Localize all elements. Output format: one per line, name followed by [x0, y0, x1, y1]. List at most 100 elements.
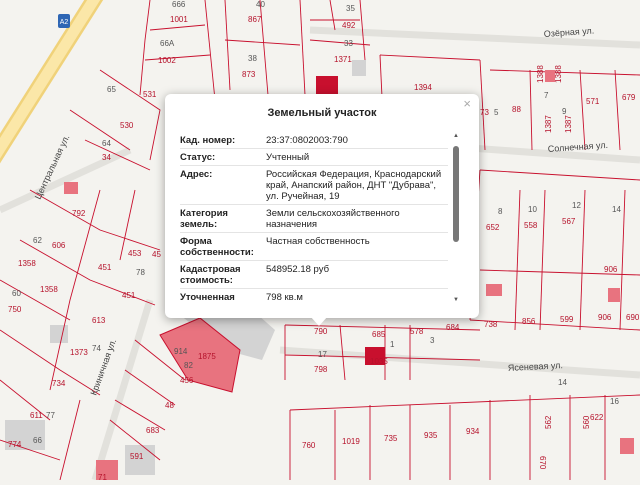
parcel-label: 567	[562, 217, 576, 226]
parcel-label: 14	[558, 378, 567, 387]
parcel-label: 530	[120, 121, 134, 130]
parcel-label: 16	[610, 397, 619, 406]
parcel-label: 684	[446, 323, 460, 332]
parcel-label: 34	[102, 153, 111, 162]
parcel-label: 792	[72, 209, 86, 218]
parcel-label: 453	[128, 249, 142, 258]
parcel-label: 1019	[342, 437, 360, 446]
parcel-label: 8	[498, 207, 503, 216]
parcel-label: 760	[302, 441, 316, 450]
parcel-label: 613	[92, 316, 106, 325]
parcel-label: 935	[424, 431, 438, 440]
parcel-label: 451	[98, 263, 112, 272]
parcel-label: 66	[33, 436, 42, 445]
parcel-label: 599	[560, 315, 574, 324]
parcel-label: 571	[586, 97, 600, 106]
parcel-label: 38	[248, 54, 257, 63]
parcel-label: 60	[12, 289, 21, 298]
parcel-label: 856	[522, 317, 536, 326]
attr-value: 798 кв.м	[266, 292, 303, 303]
parcel-label: 679	[622, 93, 636, 102]
parcel-label: 652	[486, 223, 500, 232]
svg-text:A2: A2	[60, 19, 69, 26]
attr-row-address: Адрес: Российская Федерация, Краснодарск…	[180, 166, 448, 205]
parcel-label: 48	[165, 401, 174, 410]
attr-row-cadastral-value: Кадастровая стоимость: 548952.18 руб	[180, 261, 448, 289]
attr-value: Учтенный	[266, 152, 310, 163]
parcel-label: 35	[346, 4, 355, 13]
parcel-label: 33	[344, 39, 353, 48]
close-icon[interactable]: ×	[463, 96, 471, 111]
attr-row-land-category: Категория земель: Земли сельскохозяйстве…	[180, 205, 448, 233]
attr-value: Российская Федерация, Краснодарский край…	[266, 169, 442, 202]
parcel-label: 562	[544, 415, 553, 429]
parcel-label: 40	[256, 0, 265, 9]
parcel-label: 1388	[554, 65, 563, 83]
parcel-label: 14	[612, 205, 621, 214]
parcel-label: 88	[512, 105, 521, 114]
road-marker: A2	[58, 14, 70, 28]
parcel-label: 622	[590, 413, 604, 422]
parcel-label: 62	[33, 236, 42, 245]
parcel-label: 10	[528, 205, 537, 214]
parcel-label: 65	[107, 85, 116, 94]
parcel-label: 558	[524, 221, 538, 230]
attr-key: Форма собственности:	[180, 236, 254, 258]
parcel-label: 734	[52, 379, 66, 388]
attr-value: 548952.18 руб	[266, 264, 330, 275]
parcel-label: 71	[98, 473, 107, 480]
parcel-label: 45	[152, 250, 161, 259]
parcel-label: 738	[484, 320, 498, 329]
parcel-label: 77	[46, 411, 55, 420]
parcel-label: 790	[314, 327, 328, 336]
parcel-label: 1	[390, 340, 395, 349]
parcel-label: 666	[172, 0, 186, 9]
parcel-label: 5	[494, 108, 499, 117]
parcel-label: 82	[184, 361, 193, 370]
attr-value: 23:37:0802003:790	[266, 135, 348, 146]
parcel-label: 1001	[170, 15, 188, 24]
parcel-label: 1371	[334, 55, 352, 64]
parcel-label: 74	[92, 344, 101, 353]
parcel-label: 750	[8, 305, 22, 314]
parcel-label: 914	[174, 347, 188, 356]
parcel-label: 531	[143, 90, 157, 99]
popup-title: Земельный участок	[267, 107, 377, 119]
scroll-down-icon[interactable]: ▼	[452, 296, 460, 304]
parcel-label: 3	[430, 336, 435, 345]
attr-row-area: Уточненная площадь: 798 кв.м	[180, 289, 448, 304]
attr-row-ownership: Форма собственности: Частная собственнос…	[180, 233, 448, 261]
parcel-label: 78	[136, 268, 145, 277]
attr-key: Уточненная площадь:	[180, 292, 235, 304]
parcel-label: 1394	[414, 83, 432, 92]
attr-row-cadastral-number: Кад. номер: 23:37:0802003:790	[180, 132, 448, 149]
attr-key: Кадастровая стоимость:	[180, 264, 241, 286]
parcel-label: 578	[410, 327, 424, 336]
parcel-label: 456	[180, 376, 194, 385]
parcel-label: 17	[318, 350, 327, 359]
parcel-label: 1358	[18, 259, 36, 268]
parcel-label: 670	[538, 456, 547, 470]
parcel-label: 12	[572, 201, 581, 210]
parcel-label: 685	[372, 330, 386, 339]
popup-scrollbar[interactable]: ▲ ▼	[452, 132, 460, 304]
parcel-label: 73	[480, 108, 489, 117]
parcel-label: 774	[8, 440, 22, 449]
parcel-attributes-table: Кад. номер: 23:37:0802003:790 Статус: Уч…	[180, 132, 448, 304]
parcel-label: 906	[604, 265, 618, 274]
parcel-label: 798	[314, 365, 328, 374]
scrollbar-thumb[interactable]	[453, 146, 459, 242]
parcel-label: 606	[52, 241, 66, 250]
parcel-label: 1035	[370, 357, 388, 366]
parcel-label: 9	[562, 107, 567, 116]
attr-row-status: Статус: Учтенный	[180, 149, 448, 166]
parcel-label: 1373	[70, 348, 88, 357]
attr-key: Кад. номер:	[180, 135, 236, 146]
parcel-label: 873	[242, 70, 256, 79]
attr-key: Статус:	[180, 152, 216, 163]
parcel-label: 492	[342, 21, 356, 30]
attr-value: Земли сельскохозяйственного назначения	[266, 208, 400, 230]
scroll-up-icon[interactable]: ▲	[452, 132, 460, 140]
parcel-label: 735	[384, 434, 398, 443]
popup-pointer	[310, 316, 328, 326]
